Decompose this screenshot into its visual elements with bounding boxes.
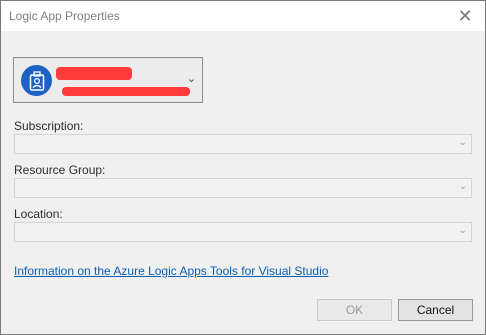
- subscription-dropdown[interactable]: ⌄: [14, 134, 472, 154]
- close-icon: ✕: [457, 5, 473, 26]
- subscription-label: Subscription:: [14, 119, 84, 133]
- location-label: Location:: [14, 207, 63, 221]
- resource-group-label: Resource Group:: [14, 163, 106, 177]
- chevron-down-icon: ⌄: [458, 137, 467, 148]
- logic-app-properties-dialog: Logic App Properties ✕ redacted redacted…: [0, 0, 486, 335]
- chevron-down-icon: ⌄: [458, 225, 467, 236]
- azure-logic-apps-tools-info-link[interactable]: Information on the Azure Logic Apps Tool…: [14, 264, 328, 278]
- chevron-down-icon: ⌄: [186, 73, 196, 85]
- account-email-redacted: redacted: [62, 87, 190, 96]
- cancel-button[interactable]: Cancel: [398, 299, 473, 321]
- id-badge-icon: [21, 65, 52, 96]
- account-name-redacted: redacted: [56, 67, 132, 80]
- title-bar: Logic App Properties ✕: [1, 1, 485, 31]
- chevron-down-icon: ⌄: [458, 181, 467, 192]
- account-selector[interactable]: redacted redacted ⌄: [13, 57, 203, 103]
- resource-group-dropdown[interactable]: ⌄: [14, 178, 472, 198]
- window-title: Logic App Properties: [9, 9, 120, 23]
- close-button[interactable]: ✕: [445, 1, 485, 31]
- location-dropdown[interactable]: ⌄: [14, 222, 472, 242]
- ok-button[interactable]: OK: [317, 299, 392, 321]
